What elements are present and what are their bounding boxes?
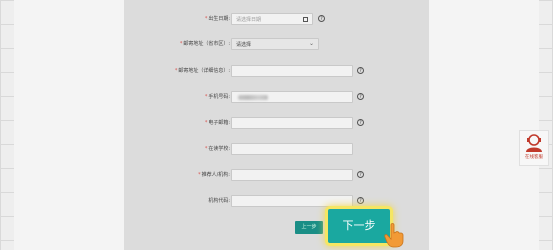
- required-star: *: [179, 41, 183, 47]
- phone-row: *手机号码: ?: [124, 90, 429, 104]
- school-input[interactable]: [231, 143, 353, 155]
- birth-date-label: *出生日期:: [204, 16, 230, 22]
- right-margin: [429, 0, 539, 250]
- required-star: *: [204, 146, 208, 152]
- help-icon[interactable]: ?: [318, 15, 325, 22]
- referrer-row: *推荐人/机构: ?: [124, 168, 429, 182]
- mailing-address-label: *邮寄地址（省市区）:: [179, 41, 230, 47]
- required-star: *: [204, 16, 208, 22]
- blurred-phone-value: [238, 95, 268, 100]
- required-star: *: [204, 120, 208, 126]
- org-code-row: 机构代码: ?: [124, 194, 429, 208]
- pointing-hand-icon: [384, 223, 404, 248]
- school-label: *在读学校:: [204, 146, 230, 152]
- help-icon[interactable]: ?: [357, 171, 364, 178]
- online-support-label: 在线客服: [525, 155, 543, 160]
- phone-label: *手机号码:: [204, 94, 230, 100]
- online-support-widget[interactable]: 在线客服: [519, 130, 549, 166]
- school-row: *在读学校:: [124, 142, 429, 156]
- required-star: *: [204, 94, 208, 100]
- chevron-down-icon: ⌄: [308, 40, 314, 47]
- referrer-input[interactable]: [231, 169, 353, 181]
- help-icon[interactable]: ?: [357, 67, 364, 74]
- help-icon[interactable]: ?: [357, 93, 364, 100]
- detail-address-row: *邮寄地址（详细信息）: ?: [124, 64, 429, 78]
- prev-step-button[interactable]: 上一步: [295, 221, 323, 234]
- email-label: *电子邮箱:: [204, 120, 230, 126]
- detail-address-label: *邮寄地址（详细信息）:: [174, 68, 230, 74]
- customer-service-icon: [526, 134, 542, 152]
- email-row: *电子邮箱: ?: [124, 116, 429, 130]
- calendar-icon[interactable]: [303, 17, 308, 22]
- help-icon[interactable]: ?: [357, 119, 364, 126]
- phone-input[interactable]: [231, 91, 353, 103]
- required-star: *: [174, 68, 178, 74]
- birth-date-row: *出生日期: 请选择日期 ?: [124, 12, 429, 26]
- org-code-label: 机构代码:: [208, 198, 230, 204]
- next-step-button[interactable]: 下一步: [328, 209, 390, 243]
- email-input[interactable]: [231, 117, 353, 129]
- required-star: *: [198, 172, 201, 178]
- referrer-label: *推荐人/机构:: [198, 172, 230, 178]
- birth-date-input[interactable]: 请选择日期: [231, 13, 313, 25]
- mailing-address-row: *邮寄地址（省市区）: 请选择 ⌄: [124, 37, 429, 51]
- detail-address-input[interactable]: [231, 65, 353, 77]
- mailing-address-select[interactable]: 请选择 ⌄: [231, 38, 319, 50]
- org-code-input[interactable]: [231, 195, 353, 207]
- left-margin: [14, 0, 124, 250]
- help-icon[interactable]: ?: [357, 197, 364, 204]
